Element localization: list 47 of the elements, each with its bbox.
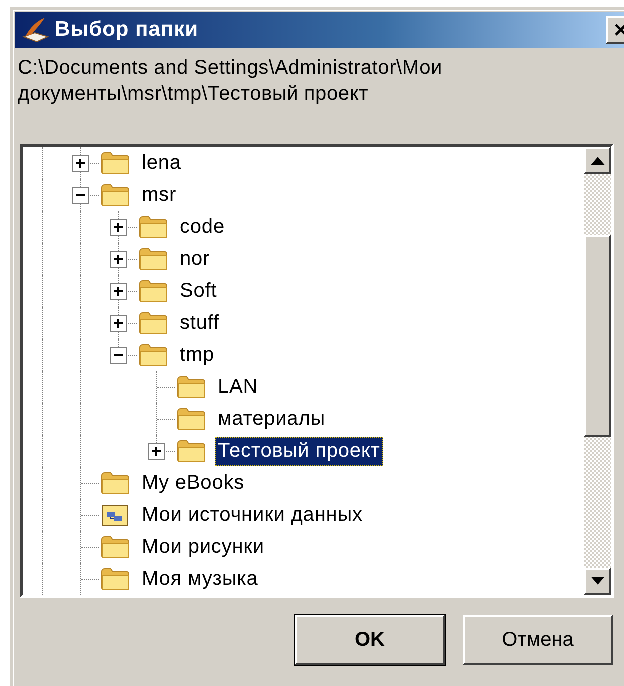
tree-item[interactable]: My eBooks [139, 468, 248, 498]
scroll-down-button[interactable] [584, 568, 611, 595]
plus-box-icon[interactable] [110, 219, 127, 236]
tree-item[interactable]: nor [177, 244, 214, 274]
folder-icon [101, 470, 131, 496]
tree-item[interactable]: lena [139, 148, 184, 178]
folder-icon [101, 566, 131, 592]
tree-item[interactable]: Мои рисунки [139, 532, 268, 562]
tree-item[interactable]: Soft [177, 276, 220, 306]
plus-box-icon[interactable] [148, 443, 165, 460]
plus-box-icon[interactable] [110, 315, 127, 332]
down-arrow-icon [590, 577, 604, 586]
book-quill-icon [21, 15, 51, 45]
folder-icon [139, 278, 169, 304]
folder-icon [177, 438, 207, 464]
folder-icon [177, 406, 207, 432]
plus-box-icon[interactable] [72, 155, 89, 172]
cancel-button[interactable]: Отмена [463, 615, 613, 665]
up-arrow-icon [590, 156, 604, 165]
folder-icon [101, 150, 131, 176]
scroll-thumb[interactable] [584, 235, 611, 437]
tree-item[interactable]: LAN [215, 372, 262, 402]
close-icon [614, 23, 624, 37]
plus-box-icon[interactable] [110, 251, 127, 268]
tree-item[interactable]: code [177, 212, 228, 242]
tree-item[interactable]: материалы [215, 404, 329, 434]
plus-box-icon[interactable] [110, 283, 127, 300]
ok-button[interactable]: OK [295, 615, 445, 665]
folder-icon [139, 246, 169, 272]
folder-icon [177, 374, 207, 400]
folder-icon [139, 342, 169, 368]
window-title: Выбор папки [55, 18, 200, 42]
folder-icon [101, 182, 131, 208]
tree-item[interactable]: Моя музыка [139, 564, 262, 594]
tree-item[interactable]: Тестовый проект [215, 436, 384, 466]
folder-icon [101, 534, 131, 560]
minus-box-icon[interactable] [110, 347, 127, 364]
minus-box-icon[interactable] [72, 187, 89, 204]
folder-path: C:\Documents and Settings\Administrator\Мои документы\msr\tmp\Тестовый проект [18, 56, 444, 107]
folder-icon [139, 214, 169, 240]
tree-item[interactable]: stuff [177, 308, 222, 338]
scroll-up-button[interactable] [584, 147, 611, 174]
scrollbar[interactable] [584, 147, 611, 595]
tree-item[interactable]: Мои источники данных [139, 500, 366, 530]
tree-item[interactable]: msr [139, 180, 180, 210]
tree-item[interactable]: tmp [177, 340, 218, 370]
folder-icon [139, 310, 169, 336]
